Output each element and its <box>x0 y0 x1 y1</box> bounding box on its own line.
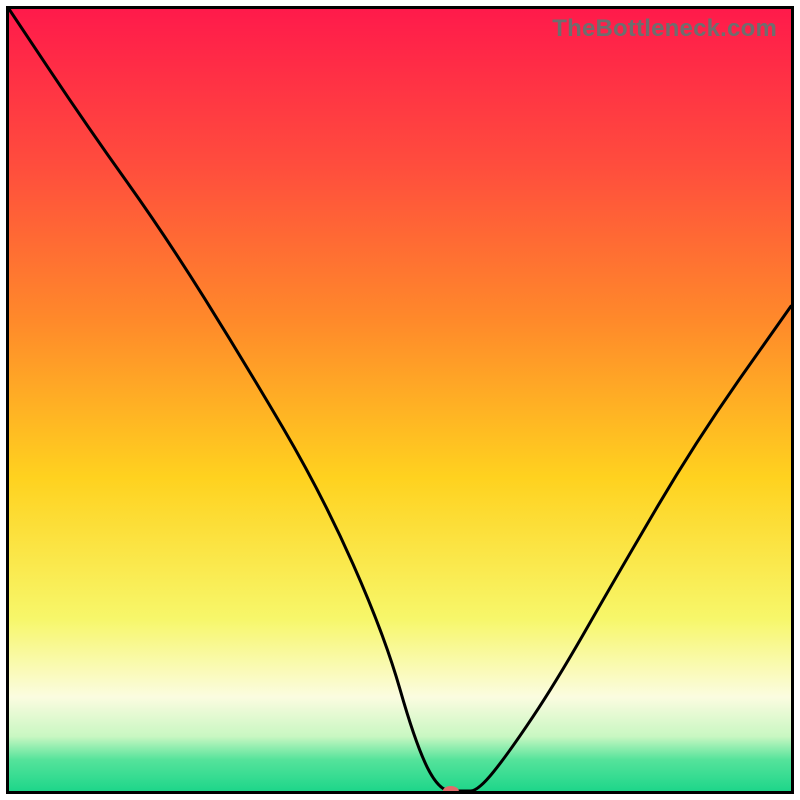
bottleneck-chart <box>9 9 791 791</box>
chart-frame: TheBottleneck.com <box>6 6 794 794</box>
chart-background <box>9 9 791 791</box>
watermark-text: TheBottleneck.com <box>552 15 777 43</box>
